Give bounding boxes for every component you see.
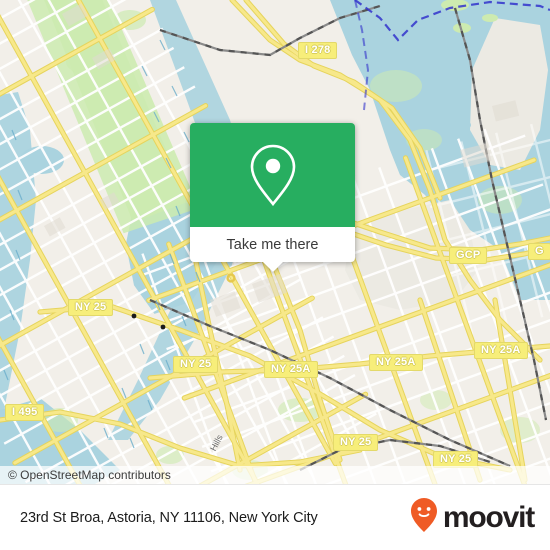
moovit-location-screen: I 278 GCP G NY 25 NY 25 NY 25A NY 25A NY… bbox=[0, 0, 550, 550]
road-shield: GCP bbox=[449, 247, 488, 264]
road-shield: I 495 bbox=[5, 404, 45, 421]
moovit-brand[interactable]: moovit bbox=[409, 497, 535, 538]
road-shield: NY 25A bbox=[369, 354, 423, 371]
road-shield: I 278 bbox=[298, 42, 338, 59]
moovit-pin-smiley-icon bbox=[409, 497, 439, 538]
address-text: 23rd St Broa, Astoria, NY 11106, New Yor… bbox=[20, 509, 318, 526]
location-popup-card[interactable]: Take me there bbox=[190, 123, 355, 272]
road-shield: NY 25 bbox=[173, 356, 219, 373]
map-pin-icon bbox=[246, 142, 300, 208]
road-shield: G bbox=[528, 243, 550, 260]
map-canvas[interactable]: I 278 GCP G NY 25 NY 25 NY 25A NY 25A NY… bbox=[0, 0, 550, 484]
road-shield: NY 25 bbox=[333, 434, 379, 451]
popup-pointer-tail bbox=[261, 261, 284, 272]
road-shield: NY 25A bbox=[264, 361, 318, 378]
road-shield: NY 25A bbox=[474, 342, 528, 359]
popup-header bbox=[190, 123, 355, 227]
take-me-there-label: Take me there bbox=[226, 236, 319, 253]
moovit-wordmark: moovit bbox=[442, 500, 535, 534]
footer-bar: 23rd St Broa, Astoria, NY 11106, New Yor… bbox=[0, 484, 550, 550]
map-attribution[interactable]: © OpenStreetMap contributors bbox=[0, 466, 550, 484]
road-shield: NY 25 bbox=[68, 299, 114, 316]
popup-footer[interactable]: Take me there bbox=[190, 227, 355, 272]
